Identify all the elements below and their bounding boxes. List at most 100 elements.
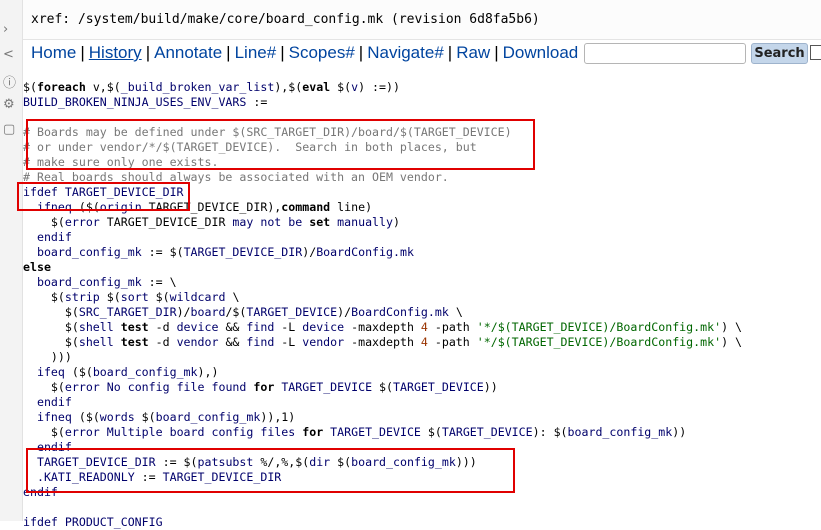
- code-token: board_config_mk: [155, 410, 261, 424]
- code-token: No config file found: [106, 380, 247, 394]
- code-token: board_config_mk: [567, 425, 673, 439]
- code-line: $(foreach v,$(_build_broken_var_list),$(…: [23, 80, 821, 95]
- code-token: -path: [427, 320, 477, 334]
- share-icon[interactable]: <: [3, 47, 14, 62]
- code-token: $(: [23, 80, 37, 94]
- search-option-checkbox[interactable]: [810, 45, 821, 60]
- code-token: words: [99, 410, 135, 424]
- code-line: $( error No config file found for TARGET_…: [23, 380, 821, 395]
- code-token: error: [64, 215, 100, 229]
- code-token: 4: [420, 335, 428, 349]
- code-line: $(strip $(sort $(wildcard \: [23, 290, 821, 305]
- code-token: vendor: [302, 335, 345, 349]
- menu-raw[interactable]: Raw: [456, 43, 490, 62]
- code-token: else: [23, 260, 51, 274]
- code-token: &&: [218, 320, 247, 334]
- code-token: TARGET_DEVICE: [330, 425, 421, 439]
- code-token: device: [176, 320, 219, 334]
- code-token: TARGET_DEVICE: [246, 305, 338, 319]
- arrow-icon[interactable]: ›: [3, 22, 8, 37]
- code-line: else: [23, 260, 821, 275]
- code-token: foreach: [36, 80, 86, 94]
- menu-download[interactable]: Download: [503, 43, 579, 62]
- code-token: ifdef PRODUCT_CONFIG: [23, 515, 163, 529]
- code-token: for: [302, 425, 324, 439]
- code-token: $(: [23, 305, 79, 319]
- code-token: board: [190, 305, 226, 319]
- code-token: endif: [36, 395, 72, 409]
- code-token: for: [253, 380, 275, 394]
- code-token: Multiple board config files: [106, 425, 296, 439]
- code-token: board_config_mk: [36, 275, 142, 289]
- menu-navigate[interactable]: Navigate#: [367, 43, 444, 62]
- code-token: error: [64, 380, 100, 394]
- search-button[interactable]: Search: [751, 43, 808, 64]
- code-token: \: [225, 290, 240, 304]
- code-token: board_config_mk: [36, 245, 142, 259]
- code-token: manually: [337, 215, 393, 229]
- code-token: wildcard: [169, 290, 226, 304]
- code-token: $(: [330, 80, 352, 94]
- code-token: -maxdepth: [344, 320, 421, 334]
- menu-home[interactable]: Home: [31, 43, 76, 62]
- code-line: board_config_mk := $(TARGET_DEVICE_DIR)/…: [23, 245, 821, 260]
- code-token: TARGET_DEVICE: [441, 425, 533, 439]
- code-token: $(: [23, 290, 65, 304]
- settings-icon[interactable]: ⚙: [3, 97, 15, 112]
- code-line: $(SRC_TARGET_DIR)/board/$(TARGET_DEVICE)…: [23, 305, 821, 320]
- menu-scopes[interactable]: Scopes#: [289, 43, 355, 62]
- code-token: := $(: [141, 245, 184, 259]
- code-token: ) :=)): [358, 80, 400, 94]
- code-token: find: [246, 320, 275, 334]
- code-token: )/: [302, 245, 317, 259]
- code-token: sort: [120, 290, 149, 304]
- code-token: ))): [23, 350, 72, 364]
- code-line: endif: [23, 395, 821, 410]
- code-token: $(: [23, 320, 79, 334]
- code-token: TARGET_DEVICE: [281, 380, 373, 394]
- code-token: ): [393, 215, 400, 229]
- code-line: ))): [23, 350, 821, 365]
- code-token: ifneq: [36, 410, 72, 424]
- file-icon[interactable]: ▢: [3, 122, 15, 137]
- code-line: ifeq ($(board_config_mk),): [23, 365, 821, 380]
- code-token: command: [281, 200, 331, 214]
- search-input[interactable]: [584, 43, 746, 64]
- code-token: &&: [218, 335, 247, 349]
- code-token: )/: [337, 305, 352, 319]
- code-token: v,$(: [85, 80, 121, 94]
- code-token: $(: [23, 215, 65, 229]
- code-token: \: [448, 305, 463, 319]
- code-token: ),): [197, 365, 219, 379]
- code-line: ifdef PRODUCT_CONFIG: [23, 515, 821, 530]
- code-token: BoardConfig.mk: [316, 245, 414, 259]
- code-token: ($(: [64, 365, 93, 379]
- code-token: -maxdepth: [344, 335, 421, 349]
- code-token: ($(: [71, 410, 100, 424]
- code-line: BUILD_BROKEN_NINJA_USES_ENV_VARS :=: [23, 95, 821, 110]
- code-token: $(: [372, 380, 394, 394]
- code-token: set: [309, 215, 331, 229]
- code-token: )/: [176, 305, 191, 319]
- code-token: error: [64, 425, 100, 439]
- menu-annotate[interactable]: Annotate: [154, 43, 222, 62]
- code-token: eval: [302, 80, 331, 94]
- code-token: device: [302, 320, 345, 334]
- menu-line[interactable]: Line#: [235, 43, 277, 62]
- code-token: board_config_mk: [92, 365, 198, 379]
- code-token: shell: [78, 335, 114, 349]
- code-token: '*/$(TARGET_DEVICE)/BoardConfig.mk': [476, 335, 722, 349]
- highlight-ifdef-box: [17, 182, 190, 211]
- code-token: may not be: [232, 215, 303, 229]
- menu-history[interactable]: History: [89, 43, 142, 62]
- info-icon[interactable]: ⓘ: [3, 72, 16, 91]
- code-token: -L: [274, 320, 303, 334]
- code-token: -L: [274, 335, 303, 349]
- code-token: TARGET_DEVICE_DIR: [183, 245, 303, 259]
- code-token: '*/$(TARGET_DEVICE)/BoardConfig.mk': [476, 320, 722, 334]
- code-token: vendor: [176, 335, 219, 349]
- highlight-comment-box: [26, 119, 535, 170]
